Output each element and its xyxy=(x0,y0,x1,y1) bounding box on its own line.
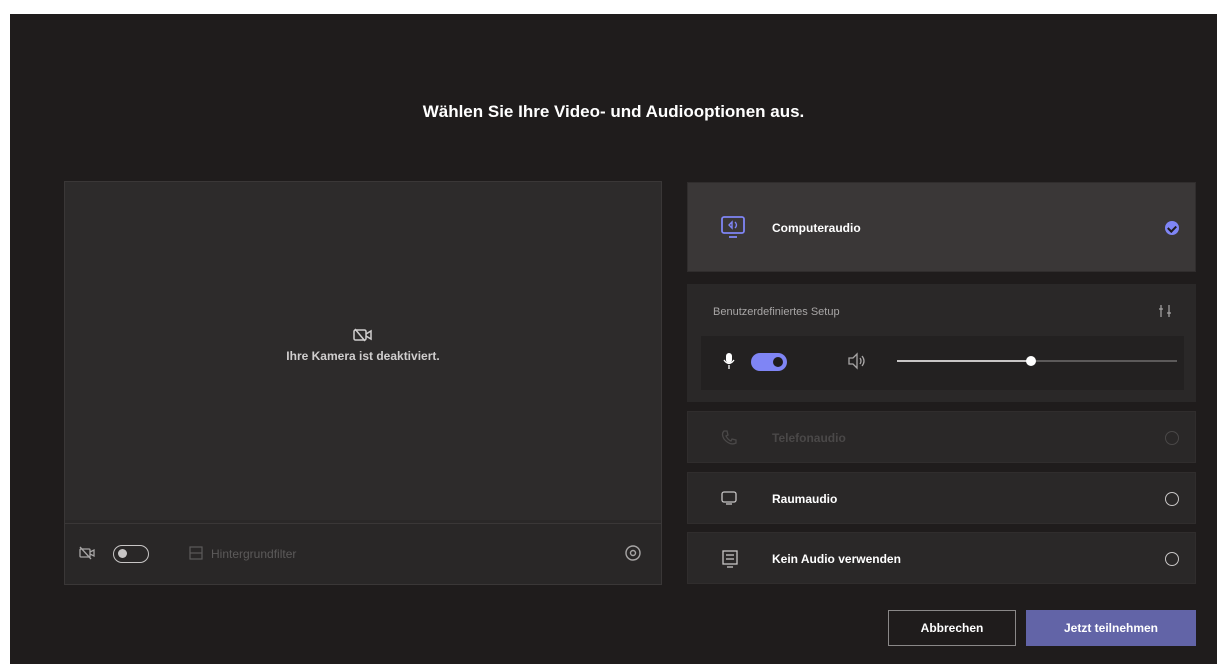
volume-slider-fill xyxy=(897,360,1032,362)
microphone-icon xyxy=(723,352,735,375)
audio-option-label: Raumaudio xyxy=(772,492,838,506)
camera-icon xyxy=(79,546,97,565)
custom-setup-label: Benutzerdefiniertes Setup xyxy=(713,306,840,318)
audio-option-radio xyxy=(1165,431,1179,445)
join-now-button[interactable]: Jetzt teilnehmen xyxy=(1026,610,1196,646)
audio-controls-row xyxy=(701,336,1184,390)
volume-slider[interactable] xyxy=(897,356,1177,366)
camera-off-indicator: Ihre Kamera ist deaktiviert. xyxy=(65,327,661,363)
audio-option-radio[interactable] xyxy=(1165,552,1179,566)
join-dialog: Wählen Sie Ihre Video- und Audiooptionen… xyxy=(10,14,1217,664)
camera-controls-bar: Hintergrundfilter xyxy=(65,523,661,584)
custom-setup-panel: Benutzerdefiniertes Setup xyxy=(687,284,1196,402)
audio-option-room[interactable]: Raumaudio xyxy=(687,472,1196,524)
camera-preview: Ihre Kamera ist deaktiviert. xyxy=(65,182,661,520)
speaker-icon xyxy=(847,352,867,375)
camera-off-icon xyxy=(353,328,372,342)
audio-option-label: Computeraudio xyxy=(772,221,861,235)
audio-settings-icon[interactable] xyxy=(1158,304,1172,323)
audio-option-radio[interactable] xyxy=(1165,221,1179,235)
cancel-button[interactable]: Abbrechen xyxy=(888,610,1016,646)
camera-panel: Ihre Kamera ist deaktiviert. Hintergrund… xyxy=(64,181,662,585)
audio-option-computer[interactable]: Computeraudio xyxy=(687,182,1196,272)
device-settings-icon[interactable] xyxy=(623,543,643,568)
no-audio-icon xyxy=(720,549,740,574)
computer-audio-icon xyxy=(720,215,746,244)
background-filter-label[interactable]: Hintergrundfilter xyxy=(211,547,296,561)
audio-option-none[interactable]: Kein Audio verwenden xyxy=(687,532,1196,584)
volume-slider-thumb[interactable] xyxy=(1026,356,1037,366)
phone-icon xyxy=(720,429,738,452)
audio-option-phone: Telefonaudio xyxy=(687,411,1196,463)
background-filter-icon xyxy=(189,546,203,565)
audio-option-label: Kein Audio verwenden xyxy=(772,552,901,566)
room-audio-icon xyxy=(720,490,738,511)
audio-option-radio[interactable] xyxy=(1165,492,1179,506)
page-title: Wählen Sie Ihre Video- und Audiooptionen… xyxy=(422,102,805,121)
microphone-toggle[interactable] xyxy=(751,353,787,371)
camera-toggle[interactable] xyxy=(113,545,149,563)
camera-off-text: Ihre Kamera ist deaktiviert. xyxy=(286,349,440,363)
audio-option-label: Telefonaudio xyxy=(772,431,846,445)
